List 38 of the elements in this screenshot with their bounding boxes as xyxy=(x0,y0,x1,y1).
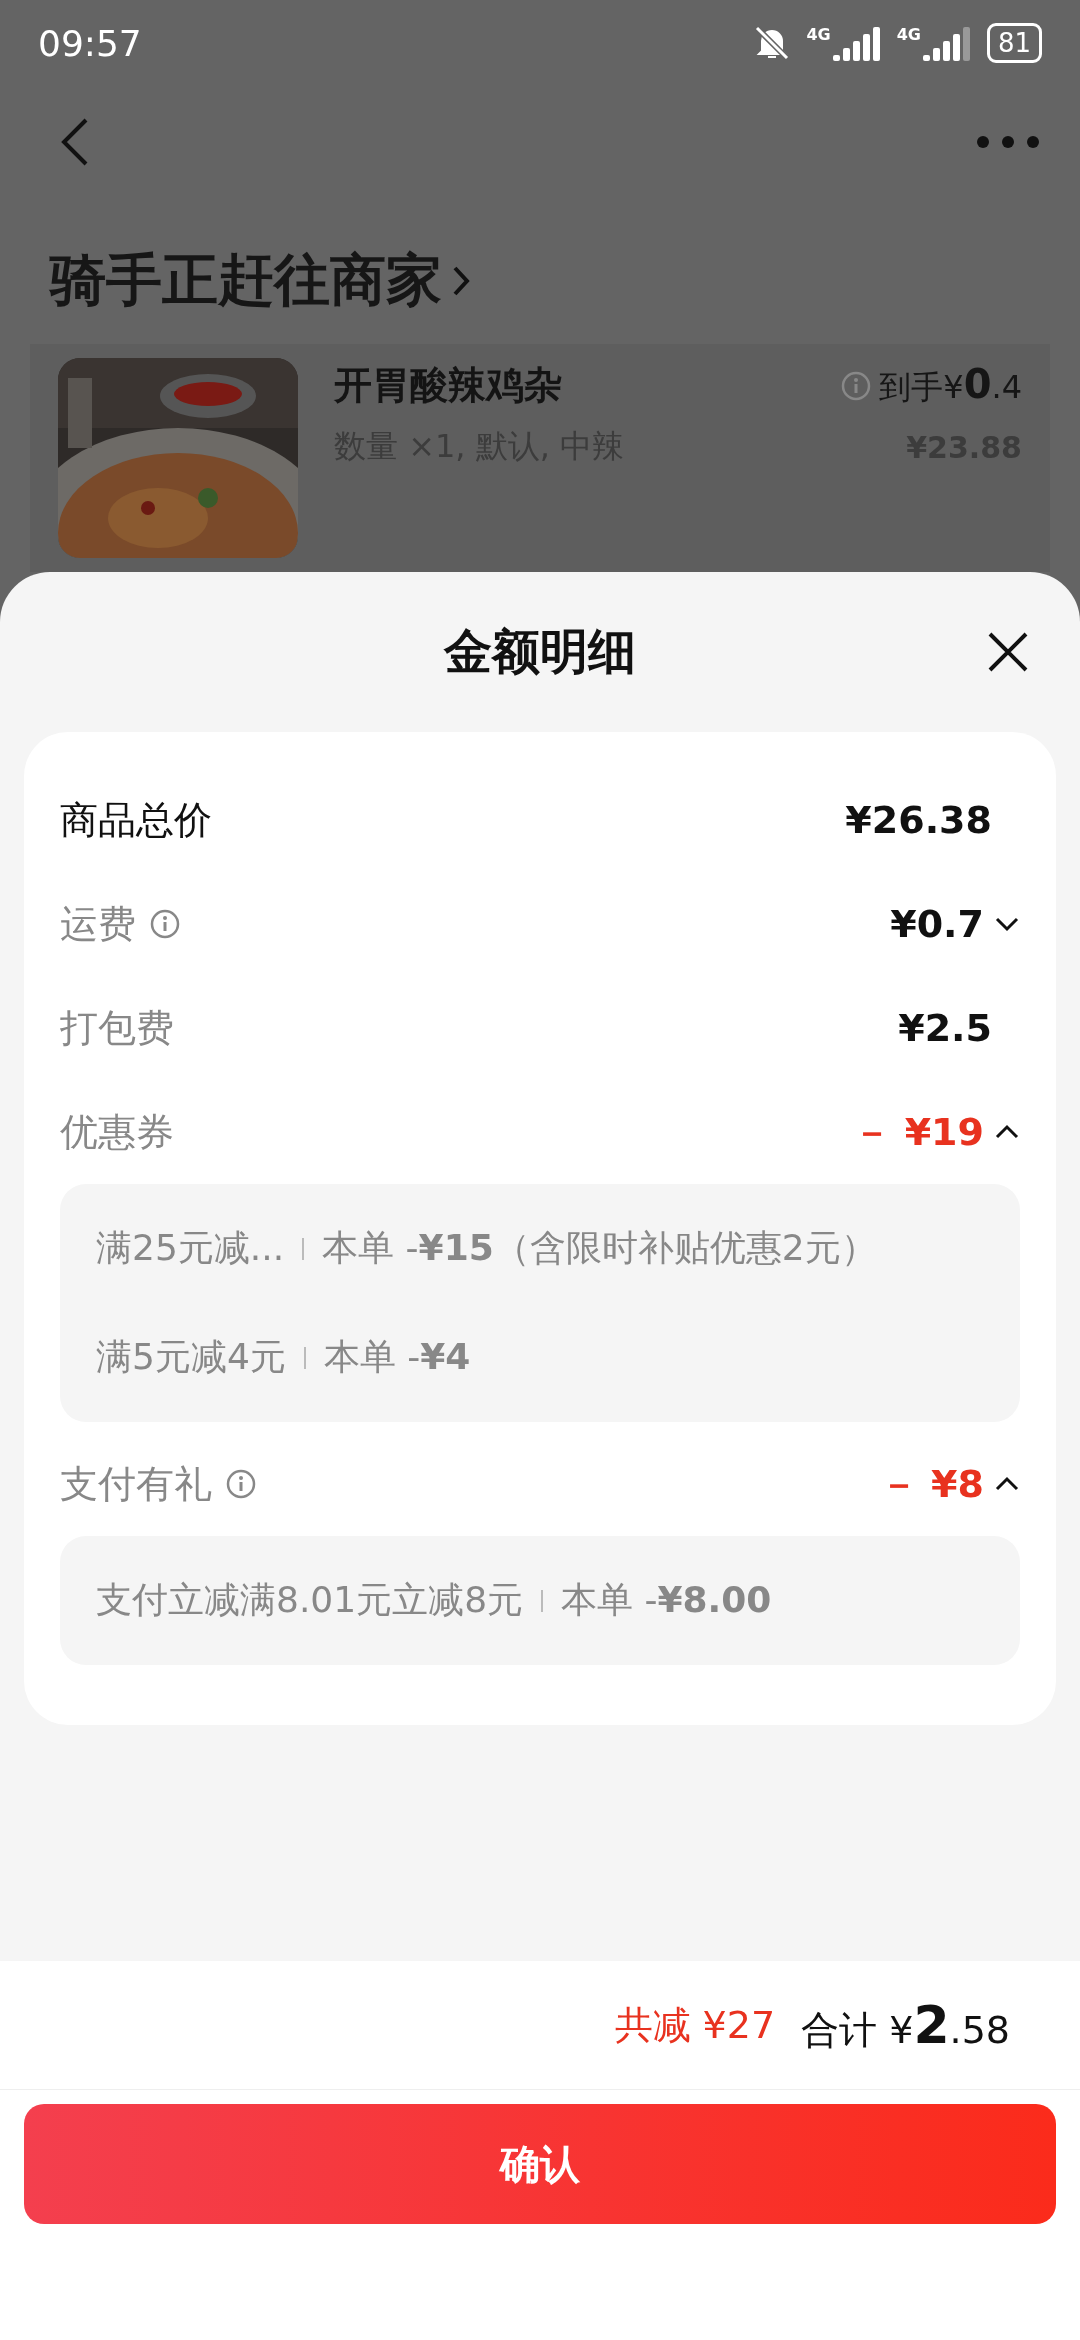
discount-amount: 本单 -¥15（含限时补贴优惠2元） xyxy=(322,1226,877,1270)
close-icon[interactable] xyxy=(986,630,1030,674)
chevron-icon[interactable] xyxy=(994,916,1020,932)
discount-name: 满5元减4元 xyxy=(96,1335,286,1379)
sheet-title: 金额明细 xyxy=(444,622,636,681)
info-icon[interactable] xyxy=(841,370,872,401)
row-value: － ¥8 xyxy=(879,1460,984,1508)
status-time: 09:57 xyxy=(38,22,142,64)
page-title[interactable]: 骑手正赶往商家 xyxy=(50,242,442,319)
info-icon[interactable] xyxy=(226,1469,256,1499)
discount-name: 满25元减... xyxy=(96,1226,285,1270)
row-label: 优惠券 xyxy=(60,1108,174,1156)
row-value: － ¥19 xyxy=(853,1108,984,1156)
back-icon[interactable] xyxy=(60,117,90,168)
discount-amount: 本单 -¥4 xyxy=(323,1335,471,1379)
signal-icon xyxy=(922,25,973,62)
signal-icon xyxy=(832,25,883,62)
chevron-icon[interactable] xyxy=(994,1476,1020,1492)
more-icon[interactable] xyxy=(976,135,1040,150)
info-icon[interactable] xyxy=(150,909,180,939)
chevron-icon[interactable] xyxy=(994,1124,1020,1140)
row-value: ¥0.7 xyxy=(890,902,984,946)
row-label: 支付有礼 xyxy=(60,1460,212,1508)
row-value: ¥26.38 xyxy=(845,798,992,842)
product-name: 开胃酸辣鸡杂 xyxy=(334,362,562,409)
discount-amount: 本单 -¥8.00 xyxy=(561,1578,772,1622)
total-amount: 合计 ¥2.58 xyxy=(801,1994,1010,2056)
network-label: 4G xyxy=(896,25,921,45)
confirm-button[interactable]: 确认 xyxy=(24,2104,1056,2224)
row-label: 商品总价 xyxy=(60,796,212,844)
battery-level: 81 xyxy=(986,23,1042,64)
row-value: ¥2.5 xyxy=(898,1006,992,1050)
row-label: 运费 xyxy=(60,900,136,948)
net-price: 到手¥0.4 xyxy=(879,361,1022,409)
total-saved: 共减 ¥27 xyxy=(614,2001,776,2049)
row-label: 打包费 xyxy=(60,1004,174,1052)
network-label: 4G xyxy=(806,25,831,45)
discount-name: 支付立减满8.01元立减8元 xyxy=(96,1578,524,1622)
